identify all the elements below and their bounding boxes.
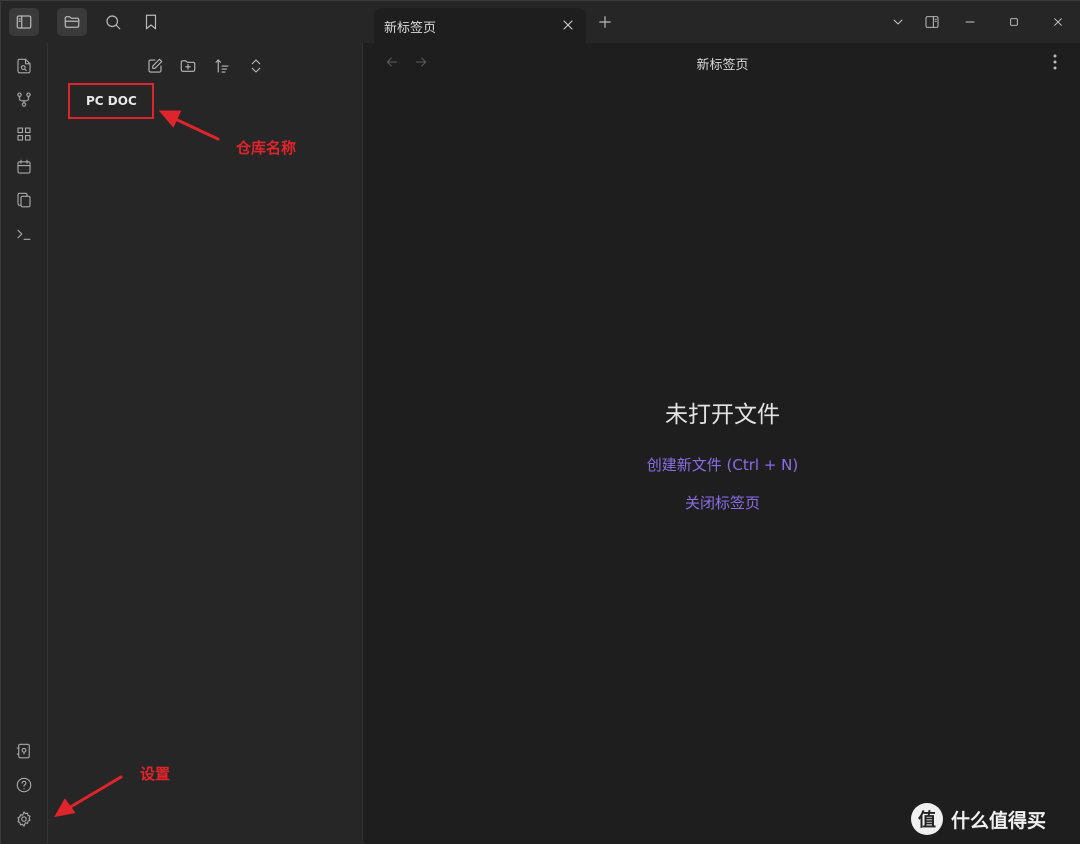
collapse-expand-icon[interactable] xyxy=(245,55,267,77)
view-title: 新标签页 xyxy=(696,58,749,73)
annotation-settings-label: 设置 xyxy=(140,765,171,783)
watermark: 值 什么值得买 xyxy=(911,801,1071,837)
settings-icon[interactable] xyxy=(13,808,35,830)
vault-switcher-icon[interactable] xyxy=(13,740,35,762)
new-note-icon[interactable] xyxy=(144,55,166,77)
help-icon[interactable] xyxy=(13,774,35,796)
bookmark-icon[interactable] xyxy=(136,8,166,36)
tab-close-icon[interactable] xyxy=(560,17,576,33)
obsidian-window: 新标签页 PC DOC 新标签页 未打开文件 创建新文件 (Ctrl + N) … xyxy=(0,0,1080,844)
main-pane: 新标签页 未打开文件 创建新文件 (Ctrl + N) 关闭标签页 xyxy=(364,43,1080,844)
watermark-text: 什么值得买 xyxy=(951,809,1047,832)
watermark-logo: 值 xyxy=(911,803,943,835)
daily-note-icon[interactable] xyxy=(13,156,35,178)
open-switcher-icon[interactable] xyxy=(13,55,35,77)
tab-title: 新标签页 xyxy=(384,21,437,36)
graph-icon[interactable] xyxy=(13,89,35,111)
folder-icon[interactable] xyxy=(57,8,87,36)
title-bar: 新标签页 xyxy=(1,1,1080,43)
new-tab-plus-icon[interactable] xyxy=(590,8,620,36)
maximize-icon[interactable] xyxy=(1004,12,1024,32)
sort-icon[interactable] xyxy=(211,55,233,77)
file-explorer-sidebar: PC DOC xyxy=(48,43,363,844)
command-palette-icon[interactable] xyxy=(13,223,35,245)
search-icon[interactable] xyxy=(98,8,128,36)
ribbon xyxy=(1,43,48,844)
canvas-icon[interactable] xyxy=(13,123,35,145)
split-view-icon[interactable] xyxy=(922,12,942,32)
create-new-file-link[interactable]: 创建新文件 (Ctrl + N) xyxy=(364,454,1080,475)
new-folder-icon[interactable] xyxy=(177,55,199,77)
sidebar-toggle-icon[interactable] xyxy=(9,8,39,36)
tab-list-chevron-down-icon[interactable] xyxy=(888,12,908,32)
empty-state-title: 未打开文件 xyxy=(665,402,780,428)
templates-icon[interactable] xyxy=(13,189,35,211)
minimize-icon[interactable] xyxy=(960,12,980,32)
close-icon[interactable] xyxy=(1048,12,1068,32)
tab-new[interactable]: 新标签页 xyxy=(374,8,586,43)
vault-name[interactable]: PC DOC xyxy=(86,94,137,108)
more-options-icon[interactable] xyxy=(1047,54,1063,72)
close-tab-link[interactable]: 关闭标签页 xyxy=(364,492,1080,513)
annotation-vault-label: 仓库名称 xyxy=(236,139,297,157)
vault-name-highlight: PC DOC xyxy=(68,83,154,119)
